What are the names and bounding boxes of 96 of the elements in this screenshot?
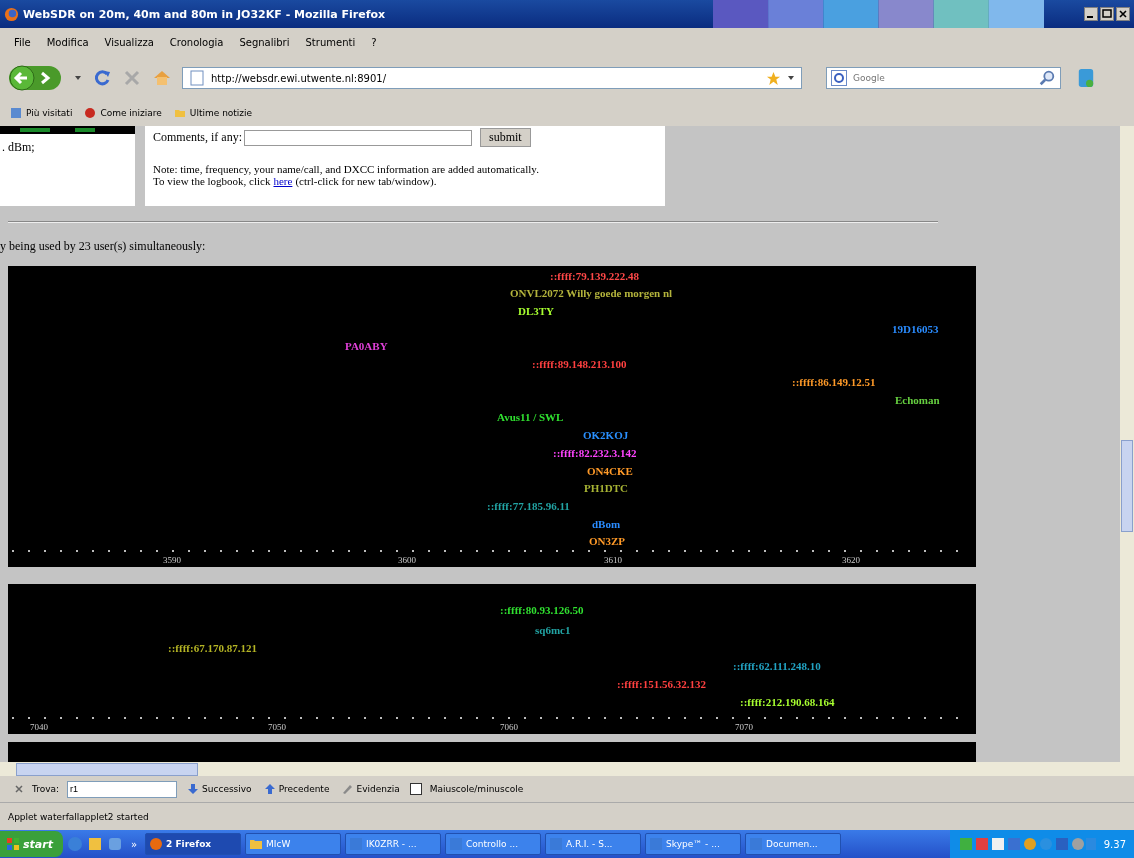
- quick-launch-icon[interactable]: [106, 836, 123, 852]
- taskbar-button[interactable]: Controllo ...: [445, 833, 542, 855]
- station-label: ::ffff:151.56.32.132: [617, 678, 706, 691]
- frequency-tick: 7040: [30, 722, 48, 733]
- window-title: WebSDR on 20m, 40m and 80m in JO32KF - Mozilla Firefox: [23, 7, 387, 21]
- bookmark-item[interactable]: Come iniziare: [84, 107, 162, 119]
- station-label: ::ffff:212.190.68.164: [740, 696, 835, 709]
- star-icon[interactable]: [766, 70, 781, 86]
- frequency-tick: 7060: [500, 722, 518, 733]
- taskbar-button[interactable]: 2 Firefox: [145, 833, 242, 855]
- station-label: OK2KOJ: [583, 429, 629, 442]
- frequency-tick: 7070: [735, 722, 753, 733]
- logbook-text: To view the logbook, click: [153, 175, 271, 187]
- bookmark-item[interactable]: Ultime notizie: [173, 107, 253, 119]
- frequency-tick: 3620: [842, 555, 860, 566]
- clock: 9.37: [1103, 838, 1126, 850]
- more-button[interactable]: »: [126, 838, 142, 850]
- up-arrow-icon: [263, 783, 276, 795]
- comments-label: Comments, if any:: [153, 130, 242, 145]
- down-arrow-icon: [187, 783, 200, 795]
- frequency-tick: 3610: [604, 555, 622, 566]
- find-label: Trova:: [32, 784, 60, 794]
- vertical-scrollbar[interactable]: [1120, 126, 1134, 762]
- taskbar-button[interactable]: IK0ZRR - ...: [345, 833, 442, 855]
- taskbar-button[interactable]: MIcW: [245, 833, 342, 855]
- find-field[interactable]: r1: [67, 780, 178, 798]
- menu-item[interactable]: ?: [371, 36, 377, 48]
- station-label: dBom: [592, 518, 621, 531]
- station-label: Avus11 / SWL: [497, 411, 564, 424]
- dropdown-icon[interactable]: [74, 74, 82, 82]
- station-label: ::ffff:67.170.87.121: [168, 642, 257, 655]
- dropdown-icon[interactable]: [787, 74, 795, 82]
- menu-item[interactable]: Visualizza: [104, 36, 154, 48]
- taskbar-button[interactable]: Skype™ - ...: [645, 833, 742, 855]
- square-icon: [10, 107, 22, 119]
- station-label: ::ffff:77.185.96.11: [487, 500, 570, 513]
- station-label: Echoman: [895, 394, 940, 407]
- station-label: ONVL2072 Willy goede morgen nl: [510, 287, 673, 300]
- station-label: ON3ZP: [589, 535, 626, 548]
- frequency-tick: 3600: [398, 555, 416, 566]
- station-label: DL3TY: [518, 305, 555, 318]
- reload-icon[interactable]: [92, 68, 112, 88]
- users-text: y being used by 23 user(s) simultaneously:: [0, 239, 207, 254]
- menu-item[interactable]: Strumenti: [305, 36, 356, 48]
- circle-icon: [149, 837, 164, 851]
- logbook-link[interactable]: here: [273, 175, 293, 187]
- quick-launch-icon[interactable]: [86, 836, 103, 852]
- menu-item[interactable]: Cronologia: [169, 36, 224, 48]
- toolbar-icon[interactable]: [1077, 67, 1095, 89]
- bookmark-item[interactable]: Più visitati: [10, 107, 73, 119]
- folder-icon: [173, 107, 186, 119]
- back-forward-icon[interactable]: [8, 63, 64, 93]
- menu-item[interactable]: Segnalibri: [239, 36, 290, 48]
- minimize-icon[interactable]: [1084, 7, 1098, 21]
- frequency-tick: 7050: [268, 722, 286, 733]
- submit-button[interactable]: submit: [480, 128, 531, 147]
- note-text: Note: time, frequency, your name/call, and DXCC information are added automatically.: [153, 163, 540, 175]
- globe-icon: [4, 6, 19, 22]
- close-icon[interactable]: [1116, 7, 1130, 21]
- station-label: ::ffff:86.149.12.51: [792, 376, 876, 389]
- logbook-hint: (ctrl-click for new tab/window).: [295, 175, 437, 187]
- taskbar-button[interactable]: Documen...: [745, 833, 842, 855]
- dot-icon: [84, 107, 97, 119]
- unit-text: . dBm;: [1, 139, 36, 155]
- waterfall-display[interactable]: ::ffff:80.93.126.50 sq6mc1 ::ffff:67.170.87.121 ::ffff:62.111.248.10 ::ffff:151.56.32.132 ::ffff:212.190.68.164 7040 7050 7060 7070: [8, 584, 976, 734]
- menu-item[interactable]: File: [14, 36, 31, 48]
- station-label: ON4CKE: [587, 465, 633, 478]
- address-bar[interactable]: http://websdr.ewi.utwente.nl:8901/: [182, 67, 802, 89]
- match-case-label: Maiuscole/minuscole: [429, 784, 524, 794]
- folder-icon: [249, 837, 264, 851]
- station-label: sq6mc1: [535, 624, 571, 637]
- pen-icon: [341, 783, 354, 795]
- station-label: PH1DTC: [584, 482, 628, 495]
- station-label: ::ffff:79.139.222.48: [550, 270, 639, 283]
- frequency-tick: 3590: [163, 555, 181, 566]
- search-icon[interactable]: [1038, 69, 1056, 87]
- comment-field[interactable]: [244, 129, 472, 146]
- horizontal-scrollbar[interactable]: [0, 762, 1134, 776]
- station-label: ::ffff:82.232.3.142: [553, 447, 637, 460]
- menu-item[interactable]: Modifica: [46, 36, 89, 48]
- windows-logo-icon: [6, 837, 20, 851]
- highlight-button[interactable]: Evidenzia: [339, 783, 402, 795]
- station-label: PA0ABY: [345, 340, 388, 353]
- maximize-icon[interactable]: [1100, 7, 1114, 21]
- tray-icons[interactable]: [957, 836, 1098, 852]
- page-icon: [189, 70, 205, 86]
- taskbar-button[interactable]: A.R.I. - S...: [545, 833, 642, 855]
- search-engine-icon[interactable]: [831, 70, 847, 86]
- search-bar[interactable]: Google: [826, 67, 1061, 89]
- next-button[interactable]: Successivo: [185, 783, 254, 795]
- station-label: ::ffff:80.93.126.50: [500, 604, 584, 617]
- station-label: ::ffff:89.148.213.100: [532, 358, 627, 371]
- previous-button[interactable]: Precedente: [261, 783, 332, 795]
- station-label: ::ffff:62.111.248.10: [733, 660, 821, 673]
- station-label: 19D16053: [892, 323, 939, 336]
- match-case-checkbox[interactable]: [409, 783, 422, 795]
